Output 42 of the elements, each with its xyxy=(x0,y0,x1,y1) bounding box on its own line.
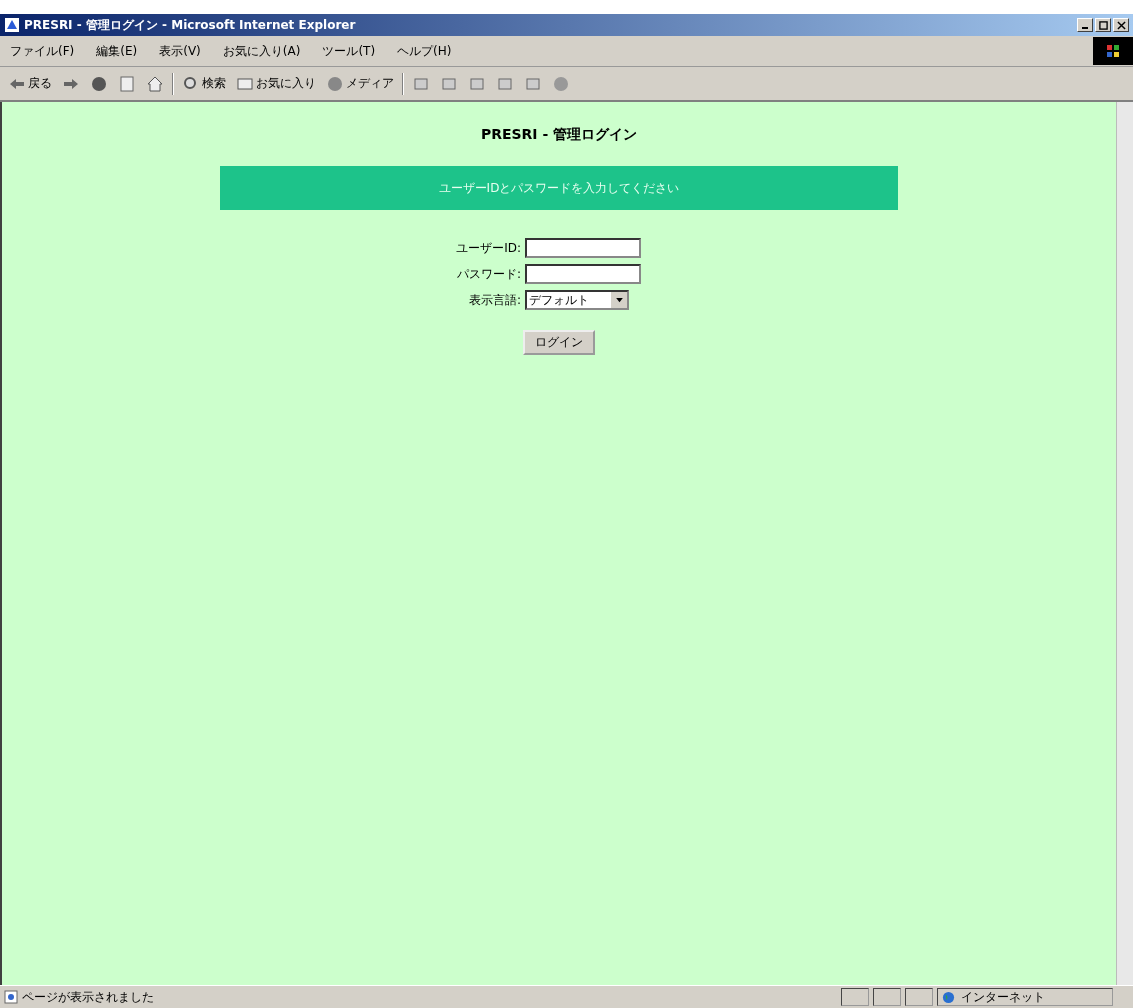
scrollbar[interactable] xyxy=(1116,102,1133,985)
browser-icon xyxy=(4,17,20,33)
toolbar-icon xyxy=(118,74,136,93)
toolbar-icon xyxy=(552,74,570,93)
maximize-button[interactable] xyxy=(1095,18,1111,32)
menu-item[interactable]: お気に入り(A) xyxy=(222,42,301,60)
menu-item[interactable]: 表示(V) xyxy=(159,42,201,60)
dropdown-arrow-icon xyxy=(615,297,623,303)
menu-item[interactable]: ツール(T) xyxy=(322,42,376,60)
toolbar-icon xyxy=(326,74,344,93)
menu-item[interactable]: 編集(E) xyxy=(96,42,138,60)
password-field[interactable] xyxy=(525,264,641,284)
instruction-banner: ユーザーIDとパスワードを入力してください xyxy=(220,166,898,210)
status-text: ページが表示されました xyxy=(22,988,155,1006)
field-label: パスワード: xyxy=(455,265,521,283)
page-icon xyxy=(4,990,18,1004)
close-icon xyxy=(1116,20,1126,30)
menu-item[interactable]: ファイル(F) xyxy=(10,42,75,60)
status-pane xyxy=(873,988,901,1006)
search-button[interactable]: 検索 xyxy=(180,74,228,93)
menu-item[interactable]: ヘルプ(H) xyxy=(397,42,452,60)
login-button[interactable]: ログイン xyxy=(523,330,595,355)
minimize-icon xyxy=(1082,27,1088,29)
maximize-icon xyxy=(1098,20,1108,30)
media-button[interactable]: メディア xyxy=(324,74,396,93)
toolbar-icon xyxy=(90,74,108,93)
zone-text: インターネット xyxy=(961,988,1045,1006)
language-dropdown[interactable]: デフォルト xyxy=(525,290,629,310)
status-pane xyxy=(841,988,869,1006)
field-label: 表示言語: xyxy=(467,291,521,309)
field-label: ユーザーID: xyxy=(455,239,521,257)
window-title: PRESRI - 管理ログイン - Microsoft Internet Explorer xyxy=(24,16,357,34)
favorites-button[interactable]: お気に入り xyxy=(234,74,318,93)
user-id-field[interactable] xyxy=(525,238,641,258)
back-button[interactable]: 戻る xyxy=(6,74,54,93)
page-title: PRESRI - 管理ログイン xyxy=(480,126,638,144)
status-pane xyxy=(905,988,933,1006)
close-button[interactable] xyxy=(1113,18,1129,32)
globe-icon xyxy=(942,990,955,1004)
windows-logo-icon xyxy=(1093,37,1133,65)
minimize-button[interactable] xyxy=(1077,18,1093,32)
home-icon xyxy=(146,74,164,93)
